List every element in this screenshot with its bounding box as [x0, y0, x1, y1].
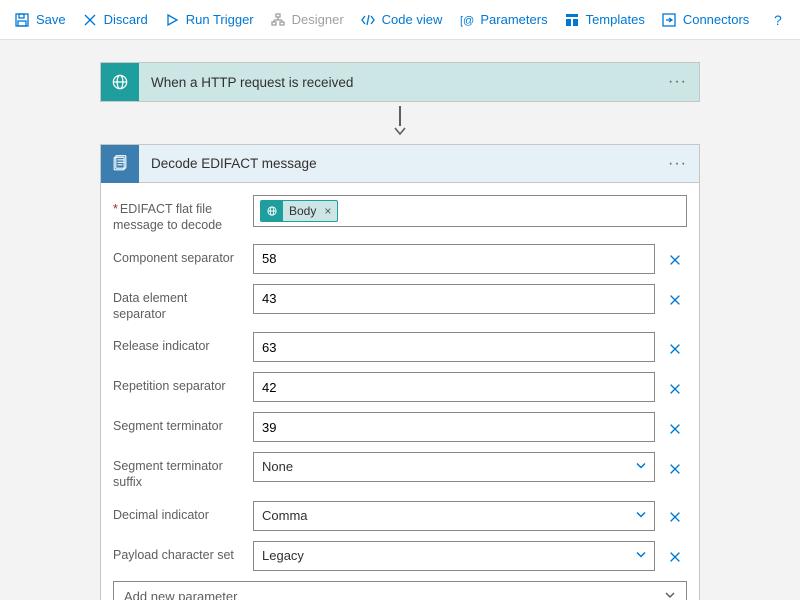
field-component-separator: Component separator: [113, 244, 687, 274]
code-view-icon: [360, 12, 376, 28]
action-title: Decode EDIFACT message: [151, 156, 656, 171]
svg-text:[@]: [@]: [460, 15, 474, 27]
action-body: *EDIFACT flat file message to decode Bod…: [101, 183, 699, 600]
help-button[interactable]: ?: [770, 12, 786, 28]
svg-text:?: ?: [774, 12, 782, 28]
connectors-icon: [661, 12, 677, 28]
field-label: Release indicator: [113, 332, 243, 354]
release-indicator-input[interactable]: [253, 332, 655, 362]
remove-field-button[interactable]: [663, 377, 687, 401]
run-trigger-button[interactable]: Run Trigger: [164, 12, 254, 28]
parameters-button[interactable]: [@] Parameters: [458, 12, 547, 28]
trigger-title: When a HTTP request is received: [151, 75, 656, 90]
body-token[interactable]: Body ×: [260, 200, 338, 222]
http-trigger-icon: [101, 63, 139, 101]
remove-field-button[interactable]: [663, 248, 687, 272]
repetition-separator-input[interactable]: [253, 372, 655, 402]
templates-button[interactable]: Templates: [564, 12, 645, 28]
field-decimal-indicator: Decimal indicator Comma: [113, 501, 687, 531]
field-payload-character-set: Payload character set Legacy: [113, 541, 687, 571]
remove-field-button[interactable]: [663, 457, 687, 481]
designer-label: Designer: [292, 12, 344, 27]
field-segment-terminator: Segment terminator: [113, 412, 687, 442]
designer-canvas: When a HTTP request is received ··· Deco…: [0, 40, 800, 600]
segment-terminator-suffix-select[interactable]: None: [253, 452, 655, 482]
templates-icon: [564, 12, 580, 28]
discard-label: Discard: [104, 12, 148, 27]
action-card: Decode EDIFACT message ··· *EDIFACT flat…: [100, 144, 700, 600]
edifact-icon: [101, 145, 139, 183]
select-value: Legacy: [253, 541, 655, 571]
payload-charset-select[interactable]: Legacy: [253, 541, 655, 571]
connectors-label: Connectors: [683, 12, 749, 27]
code-view-label: Code view: [382, 12, 443, 27]
field-label: Payload character set: [113, 541, 243, 563]
remove-field-button[interactable]: [663, 337, 687, 361]
field-label: Decimal indicator: [113, 501, 243, 523]
field-label: Repetition separator: [113, 372, 243, 394]
action-header[interactable]: Decode EDIFACT message ···: [101, 145, 699, 183]
chevron-down-icon: [664, 589, 676, 600]
trigger-menu-button[interactable]: ···: [668, 73, 687, 91]
decimal-indicator-select[interactable]: Comma: [253, 501, 655, 531]
field-repetition-separator: Repetition separator: [113, 372, 687, 402]
add-new-parameter[interactable]: Add new parameter: [113, 581, 687, 600]
templates-label: Templates: [586, 12, 645, 27]
http-token-icon: [261, 200, 283, 222]
remove-field-button[interactable]: [663, 545, 687, 569]
play-icon: [164, 12, 180, 28]
run-trigger-label: Run Trigger: [186, 12, 254, 27]
workflow: When a HTTP request is received ··· Deco…: [100, 62, 700, 570]
connectors-button[interactable]: Connectors: [661, 12, 749, 28]
trigger-header[interactable]: When a HTTP request is received ···: [101, 63, 699, 101]
field-label: Component separator: [113, 244, 243, 266]
discard-icon: [82, 12, 98, 28]
trigger-card: When a HTTP request is received ···: [100, 62, 700, 102]
designer-button[interactable]: Designer: [270, 12, 344, 28]
field-label: Segment terminator suffix: [113, 452, 243, 491]
designer-icon: [270, 12, 286, 28]
action-menu-button[interactable]: ···: [668, 155, 687, 173]
remove-field-button[interactable]: [663, 288, 687, 312]
save-button[interactable]: Save: [14, 12, 66, 28]
token-remove[interactable]: ×: [322, 204, 337, 218]
component-separator-input[interactable]: [253, 244, 655, 274]
data-element-separator-input[interactable]: [253, 284, 655, 314]
select-value: Comma: [253, 501, 655, 531]
remove-field-button[interactable]: [663, 417, 687, 441]
discard-button[interactable]: Discard: [82, 12, 148, 28]
connector-arrow: [393, 106, 407, 136]
field-label: Data element separator: [113, 284, 243, 323]
remove-field-button[interactable]: [663, 505, 687, 529]
token-label: Body: [283, 204, 322, 218]
save-label: Save: [36, 12, 66, 27]
field-release-indicator: Release indicator: [113, 332, 687, 362]
save-icon: [14, 12, 30, 28]
help-icon: ?: [770, 12, 786, 28]
field-segment-terminator-suffix: Segment terminator suffix None: [113, 452, 687, 491]
segment-terminator-input[interactable]: [253, 412, 655, 442]
parameters-label: Parameters: [480, 12, 547, 27]
message-input[interactable]: Body ×: [253, 195, 687, 227]
parameters-icon: [@]: [458, 12, 474, 28]
field-message-to-decode: *EDIFACT flat file message to decode Bod…: [113, 195, 687, 234]
code-view-button[interactable]: Code view: [360, 12, 443, 28]
field-label: *EDIFACT flat file message to decode: [113, 195, 243, 234]
field-data-element-separator: Data element separator: [113, 284, 687, 323]
field-label: Segment terminator: [113, 412, 243, 434]
add-param-label: Add new parameter: [124, 589, 237, 600]
toolbar: Save Discard Run Trigger Designer Code v…: [0, 0, 800, 40]
select-value: None: [253, 452, 655, 482]
